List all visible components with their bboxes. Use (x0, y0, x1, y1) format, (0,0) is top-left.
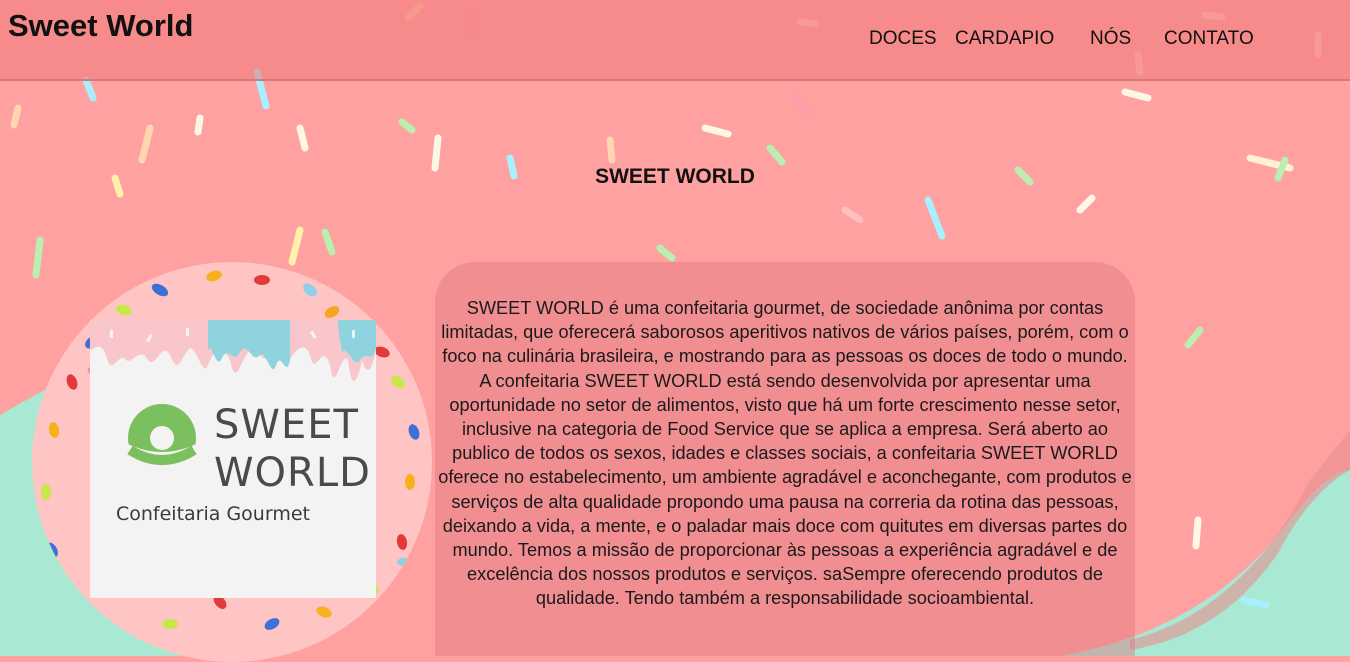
nav-contato[interactable]: CONTATO (1164, 28, 1254, 50)
about-paragraph: SWEET WORLD é uma confeitaria gourmet, d… (438, 298, 1132, 609)
nav-nos[interactable]: NÓS (1090, 28, 1131, 50)
nav-cardapio[interactable]: CARDAPIO (955, 28, 1054, 50)
page-title: SWEET WORLD (595, 165, 755, 188)
top-navbar: Sweet World DOCES CARDAPIO NÓS CONTATO (0, 0, 1350, 81)
donut-icon (127, 404, 197, 472)
site-brand[interactable]: Sweet World (8, 8, 193, 44)
logo-text-world: WORLD (214, 450, 371, 496)
nav-doces[interactable]: DOCES (869, 28, 937, 50)
logo-tagline: Confeitaria Gourmet (116, 503, 310, 525)
logo-text-sweet: SWEET (214, 402, 359, 448)
about-section: SWEET WORLD é uma confeitaria gourmet, d… (435, 262, 1135, 656)
sweet-world-logo: SWEET WORLD Confeitaria Gourmet (90, 320, 376, 598)
logo-artwork: SWEET WORLD Confeitaria Gourmet (90, 320, 376, 525)
